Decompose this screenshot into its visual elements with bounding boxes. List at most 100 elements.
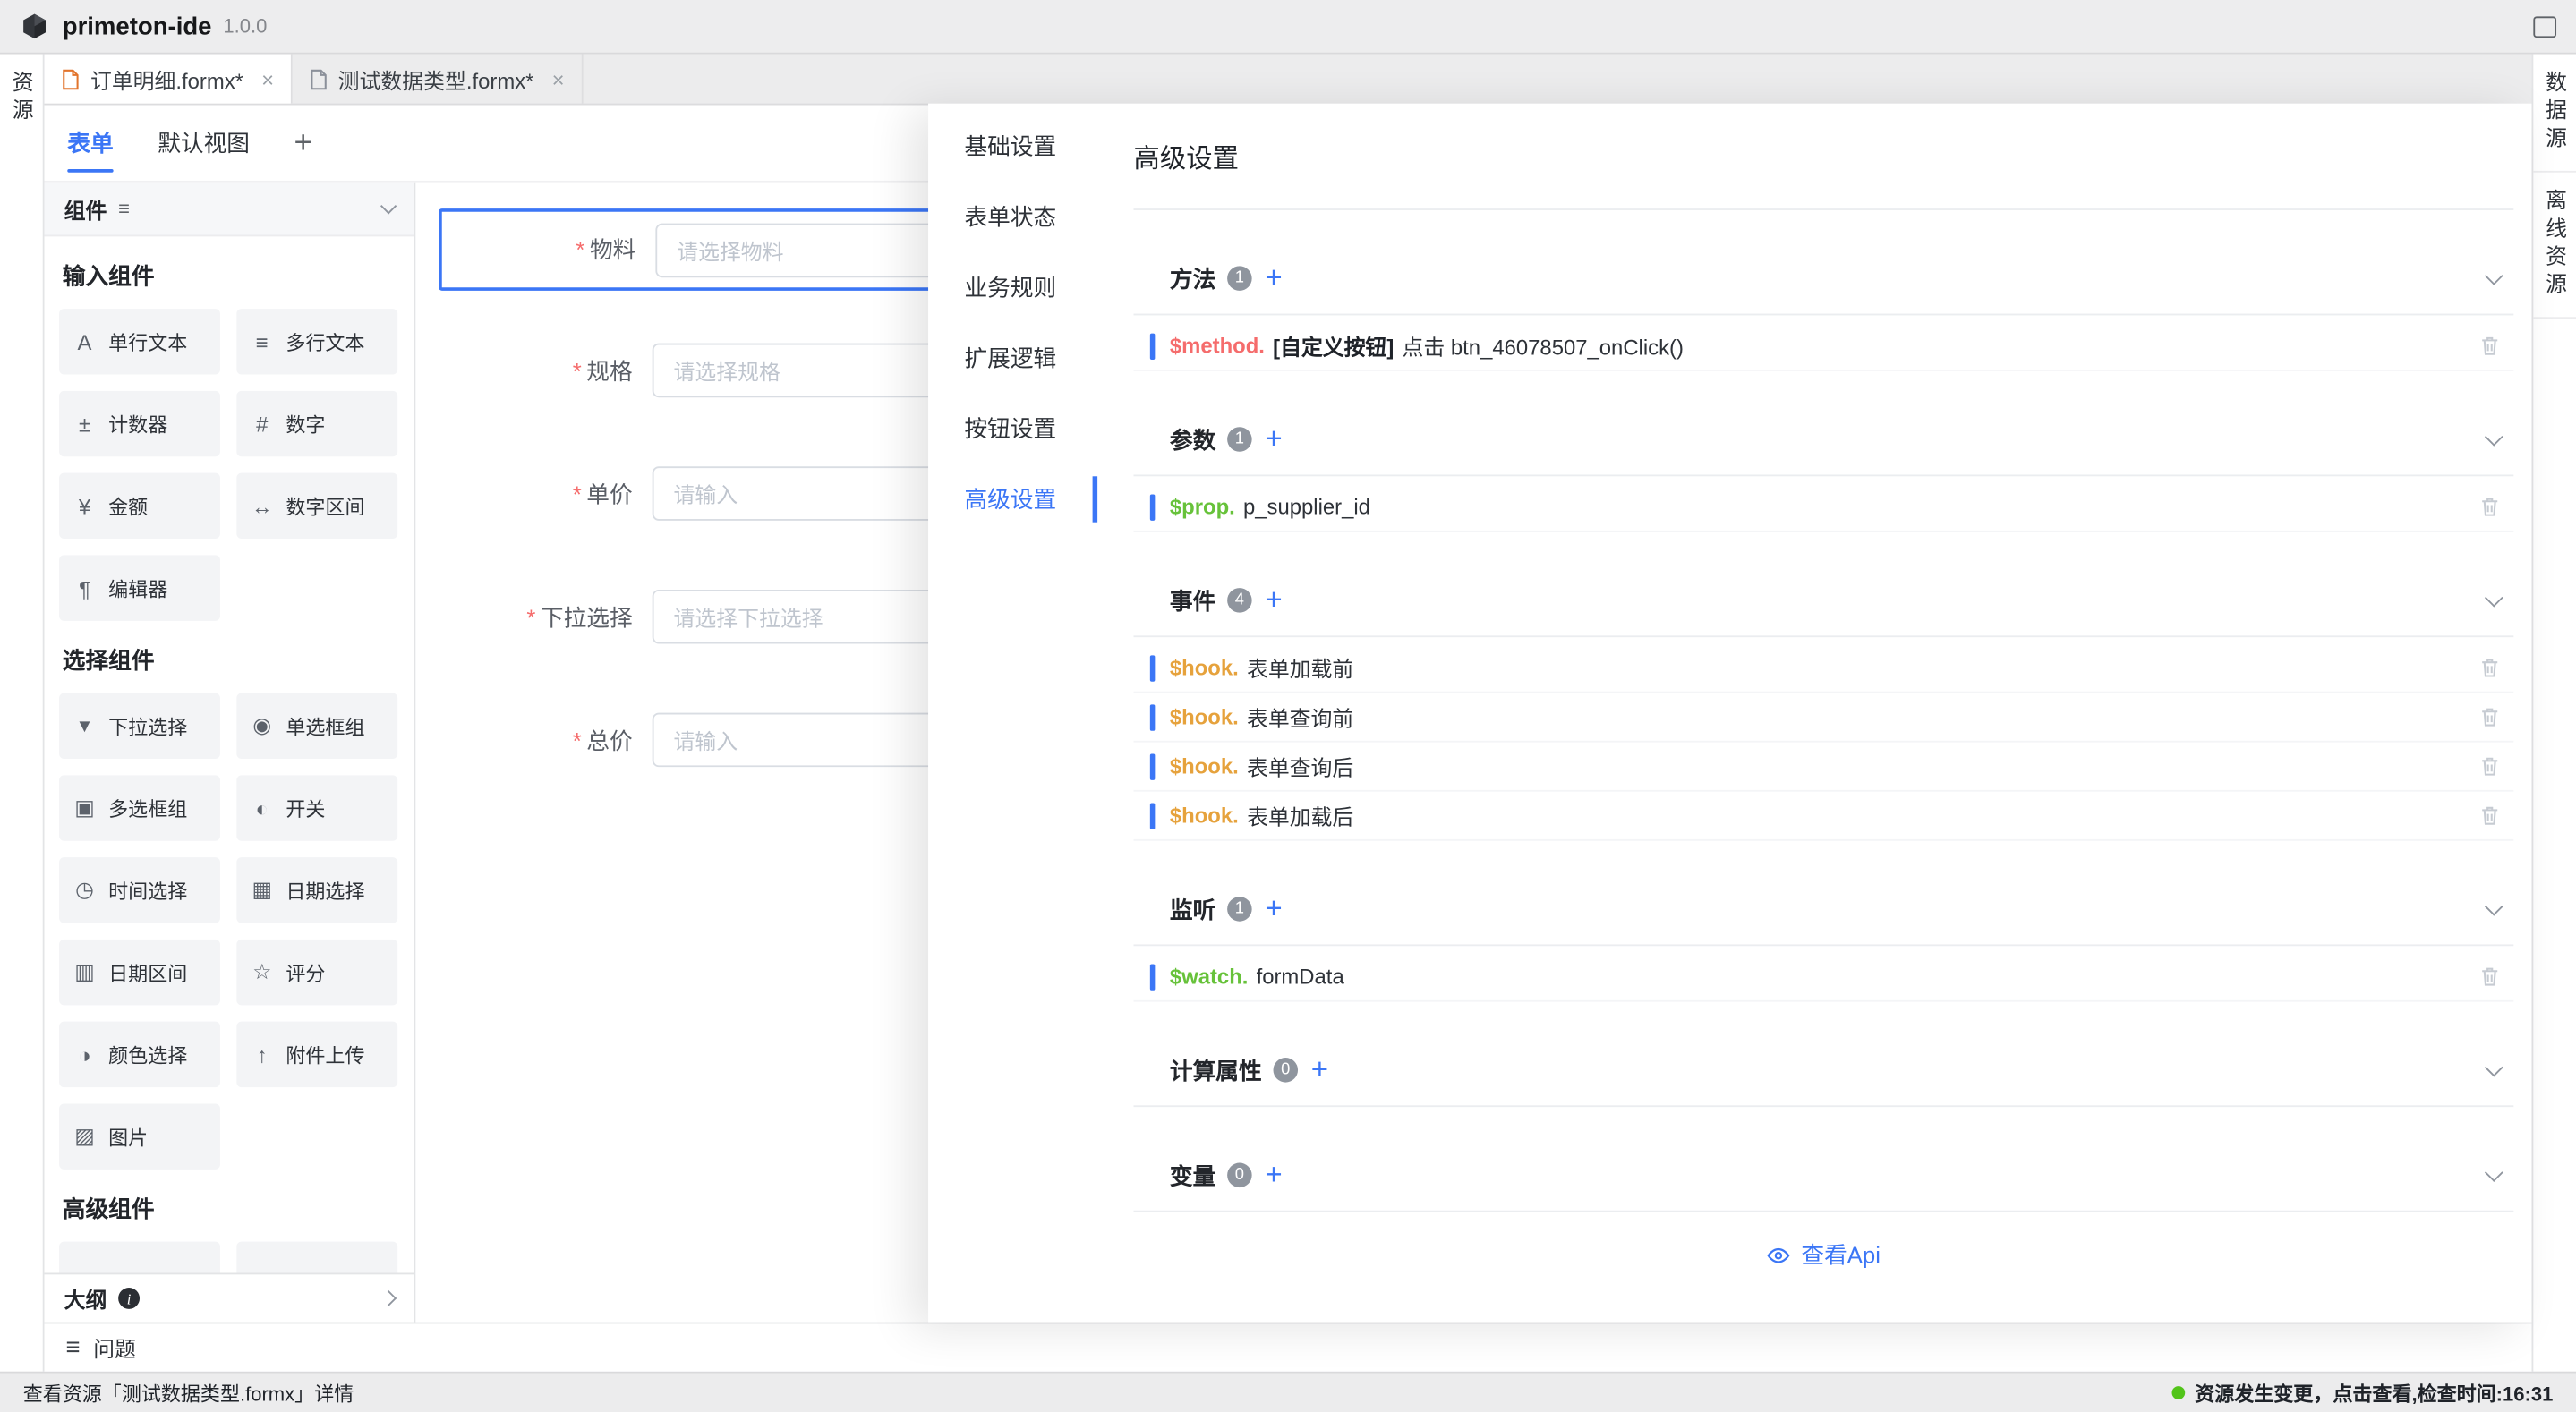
method-item[interactable]: $method. [自定义按钮] 点击 btn_46078507_onClick… — [1133, 322, 2513, 371]
palette-item-date-range[interactable]: ▥日期区间 — [59, 940, 220, 1005]
outline-bar[interactable]: 大纲 i — [45, 1273, 414, 1323]
palette-header[interactable]: 组件 ≡ — [45, 183, 414, 237]
window-panel-icon[interactable] — [2533, 15, 2556, 37]
watch-prefix: $watch. — [1170, 964, 1249, 989]
section-header[interactable]: 监听 1 + — [1133, 873, 2513, 946]
hook-prefix: $hook. — [1170, 655, 1239, 680]
palette-item-attachment-upload[interactable]: ↑附件上传 — [236, 1022, 397, 1087]
trash-icon[interactable] — [2479, 965, 2501, 987]
field-label: *总价 — [439, 724, 653, 757]
radio-group-icon: ◉ — [250, 713, 275, 739]
view-tab-default-view[interactable]: 默认视图 — [158, 105, 250, 180]
nav-extension-logic[interactable]: 扩展逻辑 — [928, 322, 1097, 393]
palette-item-editor[interactable]: ¶编辑器 — [59, 555, 220, 620]
event-item[interactable]: $hook. 表单加载后 — [1133, 792, 2513, 841]
view-api-link[interactable]: 查看Api — [1801, 1238, 1881, 1272]
palette-section-title: 高级组件 — [63, 1193, 397, 1226]
problems-label: 问题 — [93, 1332, 136, 1364]
prop-prefix: $prop. — [1170, 494, 1235, 519]
section-header[interactable]: 方法 1 + — [1133, 243, 2513, 316]
primeton-ide-window: primeton-ide 1.0.0 资源 订单明细.formx* × — [0, 0, 2576, 1412]
palette-item-number-range[interactable]: ↔数字区间 — [236, 473, 397, 539]
event-item[interactable]: $hook. 表单加载前 — [1133, 644, 2513, 693]
nav-button-settings[interactable]: 按钮设置 — [928, 393, 1097, 464]
trash-icon[interactable] — [2479, 496, 2501, 517]
item-accent-bar — [1150, 704, 1156, 730]
palette-item-checkbox-group[interactable]: ▣多选框组 — [59, 775, 220, 840]
add-computed-button[interactable]: + — [1311, 1057, 1328, 1084]
palette-item-dropdown-select[interactable]: ▾下拉选择 — [59, 693, 220, 759]
info-icon[interactable]: i — [118, 1288, 140, 1309]
status-message[interactable]: 查看资源「测试数据类型.formx」详情 — [23, 1379, 354, 1407]
add-param-button[interactable]: + — [1265, 426, 1282, 453]
nav-business-rules[interactable]: 业务规则 — [928, 251, 1097, 322]
palette-item-counter[interactable]: ±计数器 — [59, 391, 220, 456]
rail-tab-resources[interactable]: 资源 — [0, 55, 43, 143]
chevron-down-icon[interactable] — [2485, 897, 2503, 915]
watch-item[interactable]: $watch. formData — [1133, 953, 2513, 1002]
param-text: p_supplier_id — [1243, 494, 1370, 519]
section-header[interactable]: 变量 0 + — [1133, 1140, 2513, 1212]
rail-tab-data-source[interactable]: 数据源 — [2533, 55, 2576, 173]
trash-icon[interactable] — [2479, 657, 2501, 678]
add-event-button[interactable]: + — [1265, 587, 1282, 614]
trash-icon[interactable] — [2479, 335, 2501, 356]
add-view-button[interactable]: + — [294, 127, 312, 158]
palette-item-radio-group[interactable]: ◉单选框组 — [236, 693, 397, 759]
add-method-button[interactable]: + — [1265, 265, 1282, 292]
trash-icon[interactable] — [2479, 804, 2501, 826]
chevron-down-icon[interactable] — [2485, 1162, 2503, 1181]
hook-prefix: $hook. — [1170, 753, 1239, 778]
chevron-down-icon[interactable] — [2485, 588, 2503, 607]
palette-item-single-line-text[interactable]: A单行文本 — [59, 309, 220, 374]
outline-label: 大纲 — [64, 1283, 107, 1314]
nav-basic-settings[interactable]: 基础设置 — [928, 110, 1097, 181]
chevron-right-icon[interactable] — [380, 1290, 397, 1306]
time-picker-icon: ◷ — [73, 877, 98, 903]
hook-prefix: $hook. — [1170, 804, 1239, 829]
palette-item-advanced[interactable] — [236, 1242, 397, 1273]
add-variable-button[interactable]: + — [1265, 1161, 1282, 1188]
event-item[interactable]: $hook. 表单查询后 — [1133, 743, 2513, 792]
section-header[interactable]: 计算属性 0 + — [1133, 1034, 2513, 1107]
app-version: 1.0.0 — [223, 15, 267, 38]
palette-grid: ▾下拉选择 ◉单选框组 ▣多选框组 ◐开关 ◷时间选择 ▦日期选择 ▥日期区间 … — [59, 693, 399, 1170]
chevron-down-icon[interactable] — [2485, 427, 2503, 446]
param-item[interactable]: $prop. p_supplier_id — [1133, 483, 2513, 532]
trash-icon[interactable] — [2479, 755, 2501, 777]
trash-icon[interactable] — [2479, 706, 2501, 727]
hook-prefix: $hook. — [1170, 704, 1239, 729]
problems-bar[interactable]: ≡ 问题 — [45, 1323, 2532, 1372]
nav-form-state[interactable]: 表单状态 — [928, 181, 1097, 251]
palette-item-number[interactable]: #数字 — [236, 391, 397, 456]
palette-item-time-picker[interactable]: ◷时间选择 — [59, 857, 220, 923]
view-tab-form[interactable]: 表单 — [67, 105, 113, 180]
view-api-row[interactable]: 查看Api — [1133, 1238, 2513, 1272]
palette-item-rating[interactable]: ☆评分 — [236, 940, 397, 1005]
chevron-down-icon[interactable] — [2485, 1058, 2503, 1076]
palette-item-date-picker[interactable]: ▦日期选择 — [236, 857, 397, 923]
add-watch-button[interactable]: + — [1265, 896, 1282, 923]
tab-order-detail[interactable]: 订单明细.formx* × — [45, 55, 293, 104]
palette-item-color-picker[interactable]: ◑颜色选择 — [59, 1022, 220, 1087]
nav-advanced-settings[interactable]: 高级设置 — [928, 464, 1097, 534]
item-accent-bar — [1150, 494, 1156, 520]
rail-tab-offline-resources[interactable]: 离线资源 — [2533, 173, 2576, 319]
close-icon[interactable]: × — [552, 66, 565, 91]
chevron-down-icon[interactable] — [380, 197, 397, 213]
section-header[interactable]: 参数 1 + — [1133, 404, 2513, 477]
palette-item-multi-line-text[interactable]: ≡多行文本 — [236, 309, 397, 374]
palette-item-switch[interactable]: ◐开关 — [236, 775, 397, 840]
dropdown-select-icon: ▾ — [73, 713, 98, 739]
chevron-down-icon[interactable] — [2485, 266, 2503, 285]
rail-tab-data-source-label: 数据源 — [2539, 71, 2571, 155]
palette-item-amount[interactable]: ¥金额 — [59, 473, 220, 539]
palette-item-image[interactable]: ▨图片 — [59, 1103, 220, 1169]
palette-item-advanced[interactable] — [59, 1242, 220, 1273]
event-item[interactable]: $hook. 表单查询前 — [1133, 693, 2513, 743]
required-asterisk: * — [573, 357, 582, 383]
tab-test-data-types[interactable]: 测试数据类型.formx* × — [292, 55, 582, 104]
close-icon[interactable]: × — [261, 66, 274, 91]
status-right[interactable]: 资源发生变更，点击查看,检查时间:16:31 — [2171, 1379, 2553, 1407]
section-header[interactable]: 事件 4 + — [1133, 565, 2513, 637]
